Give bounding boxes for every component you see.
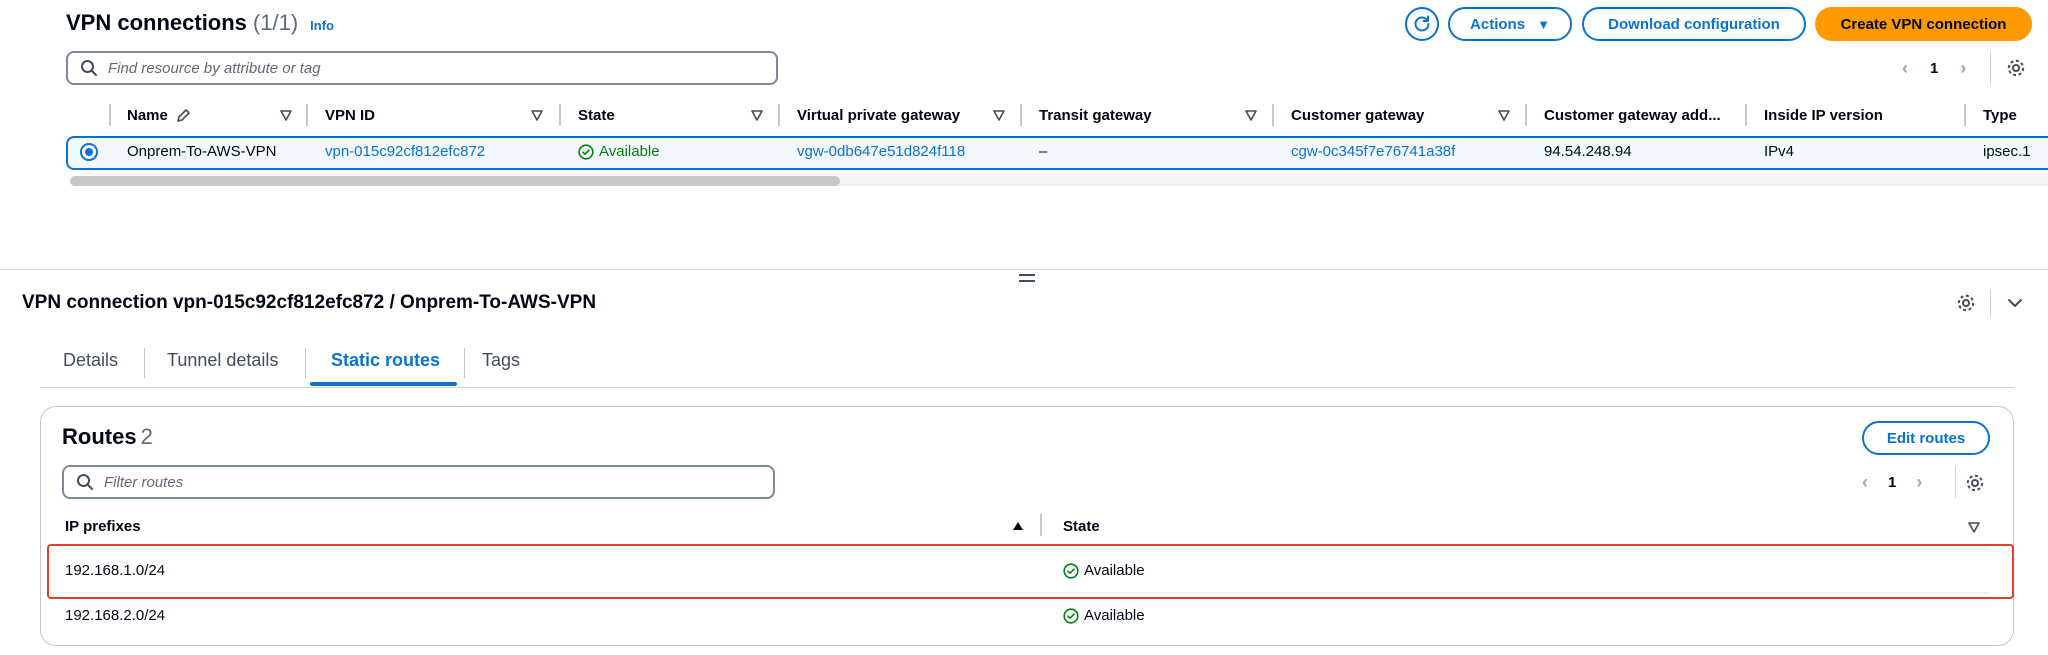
column-header-customer-gateway-address[interactable]: Customer gateway add... <box>1544 107 1721 124</box>
column-header-customer-gateway[interactable]: Customer gateway <box>1291 107 1424 124</box>
row-radio-button[interactable] <box>80 143 98 161</box>
horizontal-scrollbar-thumb[interactable] <box>70 176 840 186</box>
actions-label: Actions <box>1470 15 1526 33</box>
current-page[interactable]: 1 <box>1930 60 1938 77</box>
highlight-annotation-box <box>47 544 2014 599</box>
column-header-state[interactable]: State <box>1063 518 1100 535</box>
filter-routes-input[interactable]: Filter routes <box>62 465 775 499</box>
cell-cgw-link[interactable]: cgw-0c345f7e76741a38f <box>1291 143 1455 160</box>
column-separator <box>778 104 780 126</box>
sort-ascending-icon[interactable] <box>1012 521 1024 531</box>
tab-static-routes[interactable]: Static routes <box>331 350 440 371</box>
filter-triangle-icon[interactable] <box>1245 110 1257 121</box>
chevron-down-icon[interactable] <box>2005 294 2025 312</box>
vpn-connections-header: VPN connections (1/1) Info <box>66 10 334 36</box>
search-icon <box>81 60 97 76</box>
drag-handle-icon[interactable] <box>1019 274 1035 284</box>
edit-routes-button[interactable]: Edit routes <box>1862 421 1990 455</box>
filter-triangle-icon[interactable] <box>993 110 1005 121</box>
column-separator <box>109 104 111 126</box>
settings-gear-icon[interactable] <box>2006 58 2026 78</box>
column-separator <box>1020 104 1022 126</box>
tab-separator <box>144 348 145 378</box>
cell-cgw-address: 94.54.248.94 <box>1544 143 1632 160</box>
routes-container <box>40 406 2014 646</box>
column-header-virtual-private-gateway[interactable]: Virtual private gateway <box>797 107 960 124</box>
create-vpn-connection-button[interactable]: Create VPN connection <box>1815 7 2032 41</box>
column-separator <box>1964 104 1966 126</box>
column-separator <box>1525 104 1527 126</box>
state-text: Available <box>1084 607 1145 624</box>
filter-triangle-icon[interactable] <box>280 110 292 121</box>
cell-transit-gateway: – <box>1039 143 1048 160</box>
routes-header: Routes 2 <box>62 424 153 450</box>
tab-tunnel-details[interactable]: Tunnel details <box>167 350 278 371</box>
column-separator <box>1745 104 1747 126</box>
refresh-icon <box>1414 15 1430 32</box>
tab-details[interactable]: Details <box>63 350 118 371</box>
filter-triangle-icon[interactable] <box>531 110 543 121</box>
download-configuration-button[interactable]: Download configuration <box>1582 7 1806 41</box>
cell-vgw-link[interactable]: vgw-0db647e51d824f118 <box>797 143 965 160</box>
check-circle-icon <box>1063 607 1079 624</box>
route-prefix: 192.168.2.0/24 <box>65 607 166 624</box>
column-separator <box>559 104 561 126</box>
refresh-button[interactable] <box>1405 7 1439 41</box>
actions-dropdown-button[interactable]: Actions ▼ <box>1448 7 1572 41</box>
routes-title: Routes <box>62 424 137 449</box>
filter-triangle-icon[interactable] <box>1498 110 1510 121</box>
tab-separator <box>464 348 465 378</box>
column-header-transit-gateway[interactable]: Transit gateway <box>1039 107 1152 124</box>
column-header-ip-prefixes[interactable]: IP prefixes <box>65 518 141 535</box>
cell-type: ipsec.1 <box>1983 143 2031 160</box>
edit-pencil-icon <box>177 109 190 122</box>
tab-tags[interactable]: Tags <box>482 350 520 371</box>
settings-gear-icon[interactable] <box>1965 473 1985 493</box>
column-header-name[interactable]: Name <box>127 107 168 124</box>
header-divider <box>1990 289 1991 317</box>
column-header-vpn-id[interactable]: VPN ID <box>325 107 375 124</box>
chevron-left-icon[interactable]: ‹ <box>1902 58 1908 79</box>
routes-count: 2 <box>140 424 153 449</box>
cell-name: Onprem-To-AWS-VPN <box>127 143 277 160</box>
column-separator <box>306 104 308 126</box>
cell-ip-version: IPv4 <box>1764 143 1795 160</box>
pager-divider <box>1990 52 1991 84</box>
column-header-type[interactable]: Type <box>1983 107 2017 124</box>
settings-gear-icon[interactable] <box>1956 293 1976 313</box>
search-icon <box>77 474 93 490</box>
detail-panel-title: VPN connection vpn-015c92cf812efc872 / O… <box>22 292 597 313</box>
column-header-inside-ip-version[interactable]: Inside IP version <box>1764 107 1883 124</box>
selection-count: (1/1) <box>252 10 299 35</box>
caret-down-icon: ▼ <box>1537 16 1550 32</box>
pagination: ‹ 1 › <box>1902 58 1966 79</box>
filter-placeholder: Filter routes <box>104 473 184 491</box>
chevron-left-icon[interactable]: ‹ <box>1862 472 1868 493</box>
detail-tabs: Details Tunnel details Static routes Tag… <box>40 348 2014 388</box>
route-state: Available <box>1063 607 1145 624</box>
active-tab-indicator <box>310 382 457 386</box>
chevron-right-icon[interactable]: › <box>1960 58 1966 79</box>
split-panel-divider <box>0 269 2048 270</box>
info-link[interactable]: Info <box>310 18 334 33</box>
routes-pagination: ‹ 1 › <box>1862 472 1922 493</box>
state-text: Available <box>599 143 660 160</box>
cell-state: Available <box>578 143 660 160</box>
filter-triangle-icon[interactable] <box>1968 522 1980 533</box>
tab-separator <box>305 348 306 378</box>
page-title: VPN connections <box>66 10 247 35</box>
filter-triangle-icon[interactable] <box>751 110 763 121</box>
check-circle-icon <box>578 143 594 160</box>
chevron-right-icon[interactable]: › <box>1916 472 1922 493</box>
search-placeholder: Find resource by attribute or tag <box>108 59 321 77</box>
cell-vpn-id-link[interactable]: vpn-015c92cf812efc872 <box>325 143 485 160</box>
column-header-state[interactable]: State <box>578 107 615 124</box>
current-page[interactable]: 1 <box>1888 474 1896 491</box>
column-separator <box>1272 104 1274 126</box>
find-resource-search-input[interactable]: Find resource by attribute or tag <box>66 51 778 85</box>
pager-divider <box>1955 466 1956 498</box>
column-separator <box>1040 514 1042 536</box>
